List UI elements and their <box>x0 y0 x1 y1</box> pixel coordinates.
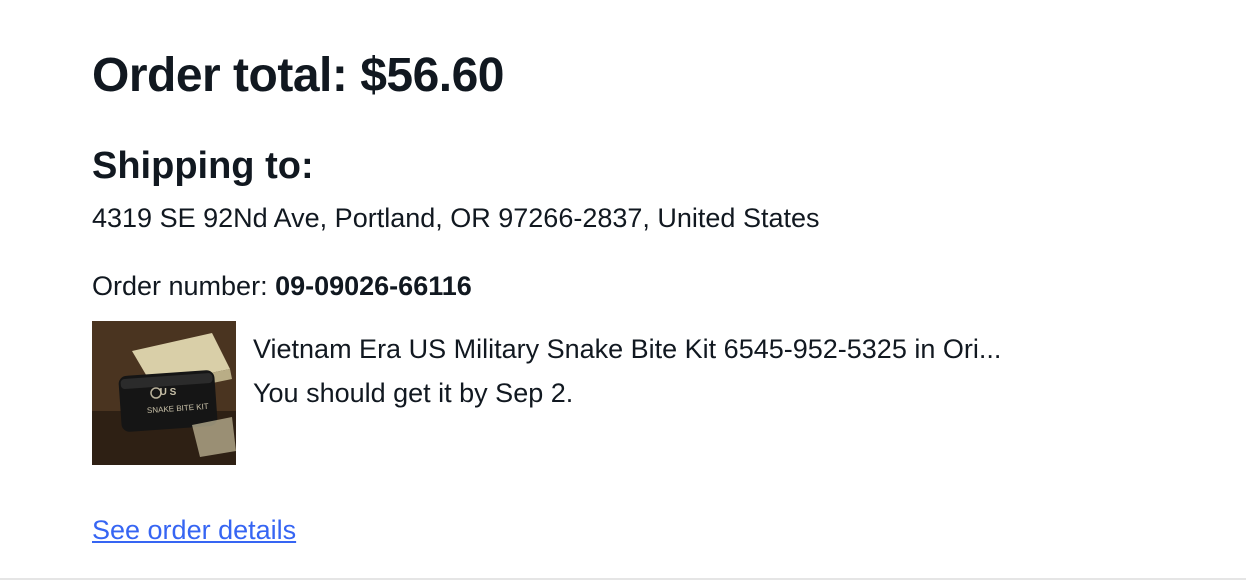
snake-bite-kit-image: U S SNAKE BITE KIT <box>92 321 236 465</box>
item-title[interactable]: Vietnam Era US Military Snake Bite Kit 6… <box>253 327 1001 371</box>
order-item: U S SNAKE BITE KIT Vietnam Era US Milita… <box>92 321 1192 465</box>
item-info: Vietnam Era US Military Snake Bite Kit 6… <box>253 327 1001 415</box>
item-thumbnail[interactable]: U S SNAKE BITE KIT <box>92 321 236 465</box>
shipping-heading: Shipping to: <box>92 145 314 187</box>
order-total-heading: Order total: $56.60 <box>92 49 505 102</box>
bottom-divider <box>0 578 1246 580</box>
order-number-value: 09-09026-66116 <box>275 271 472 301</box>
kit-label-us: U S <box>160 387 177 398</box>
order-number: Order number: 09-09026-66116 <box>92 268 472 304</box>
see-order-details-link[interactable]: See order details <box>92 512 296 548</box>
shipping-address: 4319 SE 92Nd Ave, Portland, OR 97266-283… <box>92 203 820 233</box>
order-number-label: Order number: <box>92 271 276 301</box>
delivery-estimate: You should get it by Sep 2. <box>253 378 574 408</box>
